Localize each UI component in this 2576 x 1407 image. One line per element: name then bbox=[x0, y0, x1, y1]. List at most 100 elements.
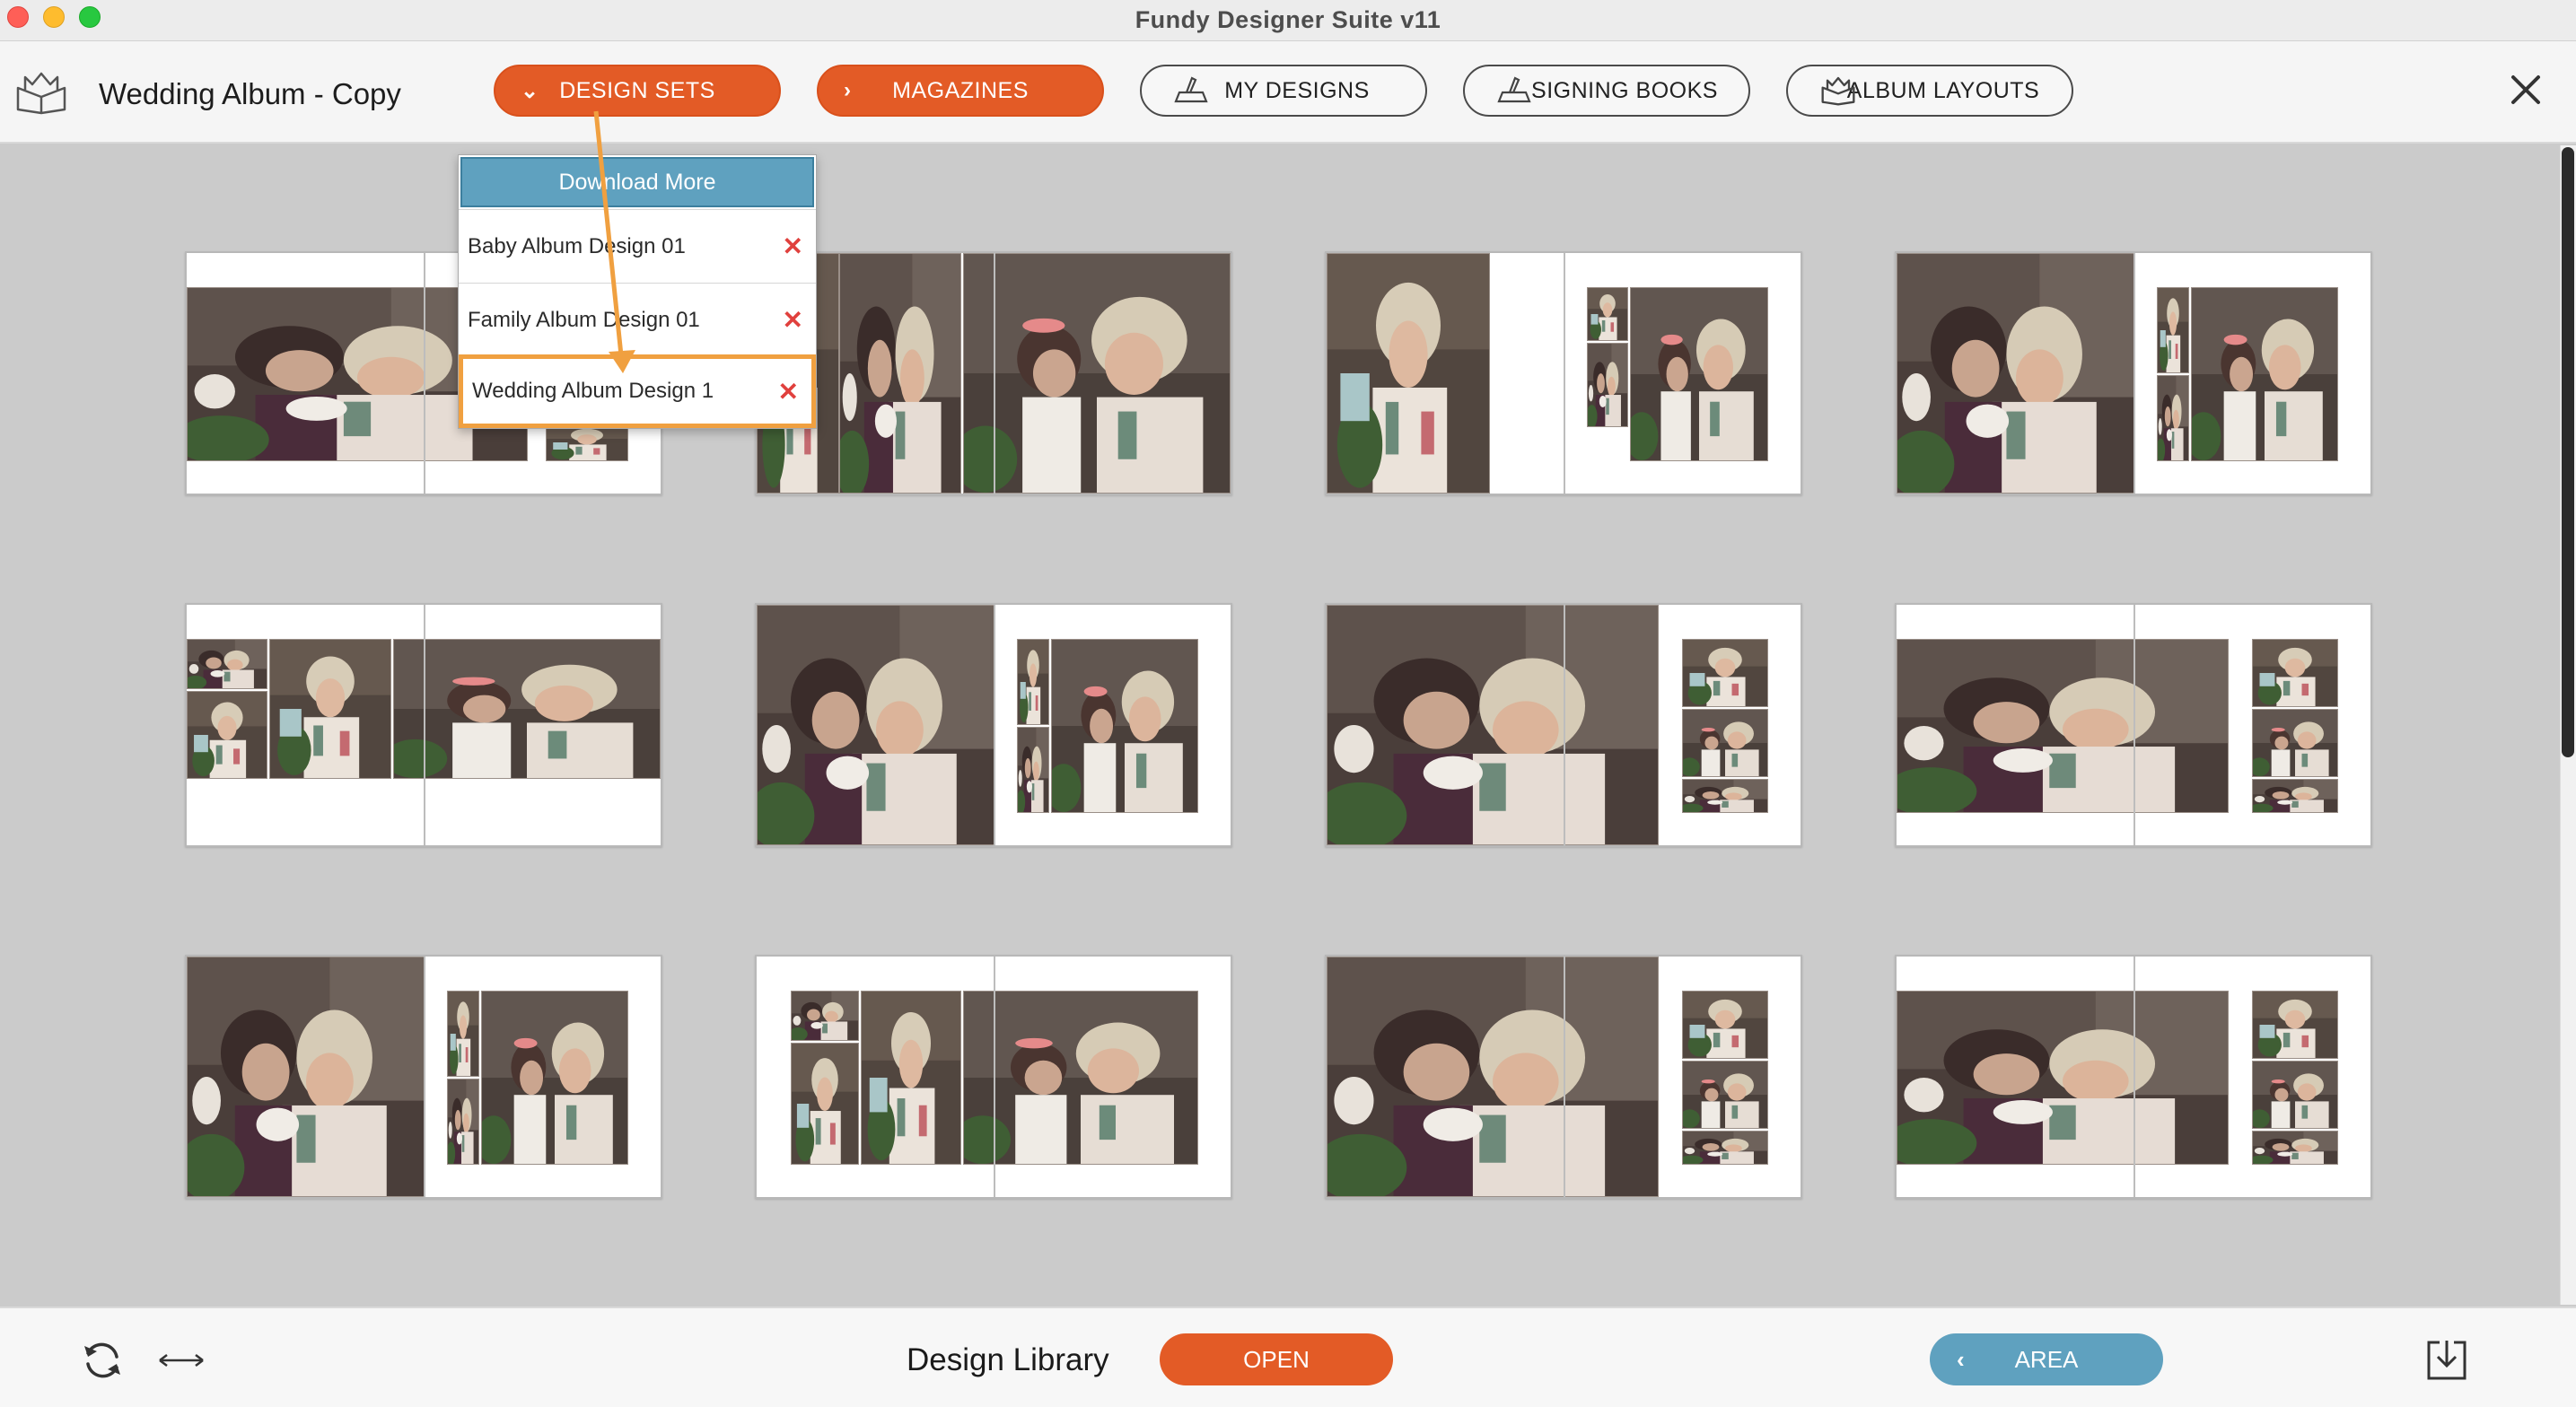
photo bbox=[2252, 639, 2338, 707]
window-title: Fundy Designer Suite v11 bbox=[1135, 6, 1441, 33]
design-sets-label: DESIGN SETS bbox=[559, 77, 715, 103]
dropdown-item-baby-album[interactable]: Baby Album Design 01 ✕ bbox=[459, 209, 816, 283]
spread-thumbnail[interactable] bbox=[185, 603, 662, 847]
photo bbox=[1327, 957, 1659, 1197]
photo bbox=[1897, 991, 2229, 1165]
chevron-left-icon: ‹ bbox=[1957, 1345, 1965, 1373]
photo bbox=[2252, 1131, 2338, 1165]
photo bbox=[2157, 287, 2189, 373]
photo bbox=[1327, 605, 1659, 845]
photo bbox=[187, 691, 267, 779]
dropdown-item-wedding-album[interactable]: Wedding Album Design 1 ✕ bbox=[459, 354, 816, 428]
chevron-right-icon: › bbox=[844, 78, 852, 102]
photo bbox=[187, 957, 425, 1197]
scrollbar-thumb[interactable] bbox=[2562, 147, 2574, 757]
refresh-icon[interactable] bbox=[79, 1337, 126, 1384]
photo bbox=[791, 1043, 859, 1165]
bottom-bar: Design Library OPEN ‹ AREA bbox=[0, 1306, 2576, 1407]
photo bbox=[2157, 375, 2189, 461]
spread-thumbnail[interactable] bbox=[755, 603, 1232, 847]
photo bbox=[447, 1079, 479, 1165]
remove-icon[interactable]: ✕ bbox=[783, 305, 803, 335]
signing-books-button[interactable]: SIGNING BOOKS bbox=[1463, 65, 1750, 117]
dropdown-item-family-album[interactable]: Family Album Design 01 ✕ bbox=[459, 283, 816, 356]
hand-book-icon bbox=[1174, 76, 1208, 103]
photo bbox=[1587, 343, 1628, 427]
photo bbox=[1682, 639, 1768, 707]
spread-thumbnail[interactable] bbox=[1325, 955, 1802, 1199]
photo bbox=[839, 253, 961, 494]
photo bbox=[393, 639, 661, 779]
photo bbox=[2252, 709, 2338, 777]
spread-thumbnail[interactable] bbox=[755, 955, 1232, 1199]
photo bbox=[2191, 287, 2338, 461]
download-more-button[interactable]: Download More bbox=[460, 157, 814, 207]
photo bbox=[269, 639, 391, 779]
photo bbox=[2252, 991, 2338, 1059]
chevron-down-icon: ⌄ bbox=[521, 78, 539, 103]
signing-books-label: SIGNING BOOKS bbox=[1531, 77, 1718, 103]
hand-book-icon bbox=[1497, 76, 1531, 103]
resize-horizontal-icon[interactable] bbox=[156, 1348, 206, 1373]
close-icon[interactable] bbox=[2508, 72, 2544, 108]
album-icon bbox=[16, 72, 66, 115]
magazines-label: MAGAZINES bbox=[892, 77, 1029, 103]
photo bbox=[1587, 287, 1628, 341]
my-designs-label: MY DESIGNS bbox=[1224, 77, 1370, 103]
photo bbox=[1327, 253, 1490, 494]
design-sets-dropdown: Download More Baby Album Design 01 ✕ Fam… bbox=[458, 154, 817, 429]
photo bbox=[1682, 991, 1768, 1059]
area-label: AREA bbox=[2014, 1345, 2079, 1373]
open-button[interactable]: OPEN bbox=[1160, 1333, 1393, 1385]
photo bbox=[2252, 1061, 2338, 1129]
download-icon[interactable] bbox=[2425, 1337, 2468, 1382]
photo bbox=[1630, 287, 1768, 461]
photo bbox=[1682, 1131, 1768, 1165]
photo bbox=[1051, 639, 1198, 813]
window-controls bbox=[7, 6, 101, 28]
spread-thumbnail[interactable] bbox=[755, 251, 1232, 495]
album-layouts-button[interactable]: ALBUM LAYOUTS bbox=[1786, 65, 2073, 117]
photo bbox=[481, 991, 628, 1165]
photo bbox=[1682, 1061, 1768, 1129]
photo bbox=[1682, 709, 1768, 777]
photo bbox=[187, 639, 267, 689]
album-name: Wedding Album - Copy bbox=[99, 77, 401, 110]
remove-icon[interactable]: ✕ bbox=[778, 377, 799, 406]
photo bbox=[963, 991, 1198, 1165]
photo bbox=[1897, 253, 2135, 494]
photo bbox=[1682, 779, 1768, 813]
remove-icon[interactable]: ✕ bbox=[783, 232, 803, 261]
area-button[interactable]: ‹ AREA bbox=[1930, 1333, 2163, 1385]
design-library-title: Design Library bbox=[907, 1342, 1109, 1377]
spread-thumbnail[interactable] bbox=[1325, 603, 1802, 847]
my-designs-button[interactable]: MY DESIGNS bbox=[1140, 65, 1427, 117]
photo bbox=[447, 991, 479, 1077]
spread-thumbnail[interactable] bbox=[1895, 955, 2372, 1199]
top-toolbar: Wedding Album - Copy ⌄ DESIGN SETS › MAG… bbox=[0, 41, 2576, 144]
photo bbox=[1017, 639, 1049, 725]
photo bbox=[546, 424, 628, 461]
spread-thumbnail[interactable] bbox=[1895, 251, 2372, 495]
album-icon bbox=[1821, 76, 1855, 106]
photo bbox=[757, 605, 995, 845]
album-layouts-label: ALBUM LAYOUTS bbox=[1846, 77, 2040, 103]
photo bbox=[791, 991, 859, 1041]
design-sets-button[interactable]: ⌄ DESIGN SETS bbox=[494, 65, 781, 117]
dropdown-item-label: Baby Album Design 01 bbox=[468, 233, 686, 258]
window-minimize-button[interactable] bbox=[43, 6, 65, 28]
photo bbox=[963, 253, 1231, 494]
window-close-button[interactable] bbox=[7, 6, 29, 28]
spread-thumbnail[interactable] bbox=[185, 955, 662, 1199]
photo bbox=[861, 991, 961, 1165]
dropdown-item-label: Family Album Design 01 bbox=[468, 307, 700, 332]
window-maximize-button[interactable] bbox=[79, 6, 101, 28]
photo bbox=[1017, 727, 1049, 813]
spread-thumbnail[interactable] bbox=[1325, 251, 1802, 495]
photo bbox=[1897, 639, 2229, 813]
magazines-button[interactable]: › MAGAZINES bbox=[817, 65, 1104, 117]
photo bbox=[2252, 779, 2338, 813]
spread-thumbnail[interactable] bbox=[1895, 603, 2372, 847]
dropdown-item-label: Wedding Album Design 1 bbox=[472, 379, 714, 403]
window-titlebar: Fundy Designer Suite v11 bbox=[0, 0, 2576, 41]
